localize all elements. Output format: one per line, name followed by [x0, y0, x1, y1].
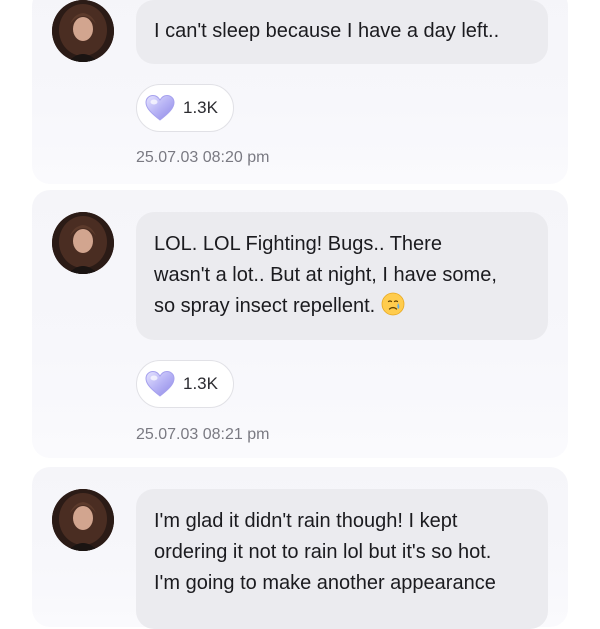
avatar[interactable] — [52, 0, 114, 62]
message-card: LOL. LOL Fighting! Bugs.. There wasn't a… — [32, 190, 568, 458]
avatar-image — [52, 0, 114, 62]
message-text-line: so spray insect repellent. — [154, 291, 530, 322]
heart-icon — [145, 94, 175, 121]
timestamp: 25.07.03 08:21 pm — [136, 426, 270, 443]
message-bubble: I can't sleep because I have a day left.… — [136, 0, 548, 64]
message-card: I can't sleep because I have a day left.… — [32, 0, 568, 184]
message-text-line: I can't sleep because I have a day left.… — [154, 20, 500, 42]
message-text-fragment: so spray insect repellent. — [154, 295, 376, 317]
avatar[interactable] — [52, 212, 114, 274]
avatar-image — [52, 489, 114, 551]
reaction-count: 1.3K — [183, 374, 218, 393]
message-text-line: LOL. LOL Fighting! Bugs.. There — [154, 233, 442, 255]
reaction-button[interactable]: 1.3K — [136, 84, 234, 132]
avatar-image — [52, 212, 114, 274]
timestamp: 25.07.03 08:20 pm — [136, 149, 270, 166]
message-text-line: wasn't a lot.. But at night, I have some… — [154, 264, 497, 286]
reaction-count: 1.3K — [183, 98, 218, 117]
message-text-line: ordering it not to rain lol but it's so … — [154, 541, 492, 563]
message-text-line: I'm glad it didn't rain though! I kept — [154, 510, 458, 532]
message-card: I'm glad it didn't rain though! I kept o… — [32, 467, 568, 629]
heart-icon — [145, 370, 175, 397]
crying-face-emoji-icon — [381, 292, 405, 316]
message-bubble: I'm glad it didn't rain though! I kept o… — [136, 489, 548, 629]
avatar[interactable] — [52, 489, 114, 551]
reaction-button[interactable]: 1.3K — [136, 360, 234, 408]
message-bubble: LOL. LOL Fighting! Bugs.. There wasn't a… — [136, 212, 548, 340]
message-text-line: I'm going to make another appearance — [154, 572, 496, 594]
